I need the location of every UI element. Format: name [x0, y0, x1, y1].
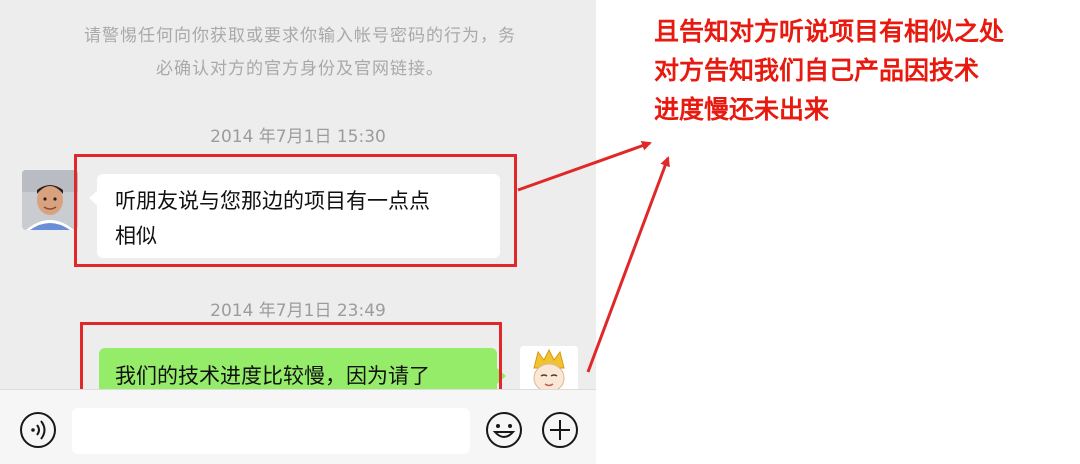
- annotation-line-2: 对方告知我们自己产品因技术: [654, 56, 980, 85]
- annotation-line-1: 且告知对方听说项目有相似之处: [654, 17, 1005, 46]
- arrow-from-incoming-box: [517, 140, 652, 192]
- arrow-from-outgoing-box: [586, 156, 670, 373]
- annotation-line-3: 进度慢还未出来: [654, 95, 830, 124]
- annotation-note: 且告知对方听说项目有相似之处 对方告知我们自己产品因技术 进度慢还未出来: [654, 12, 1074, 129]
